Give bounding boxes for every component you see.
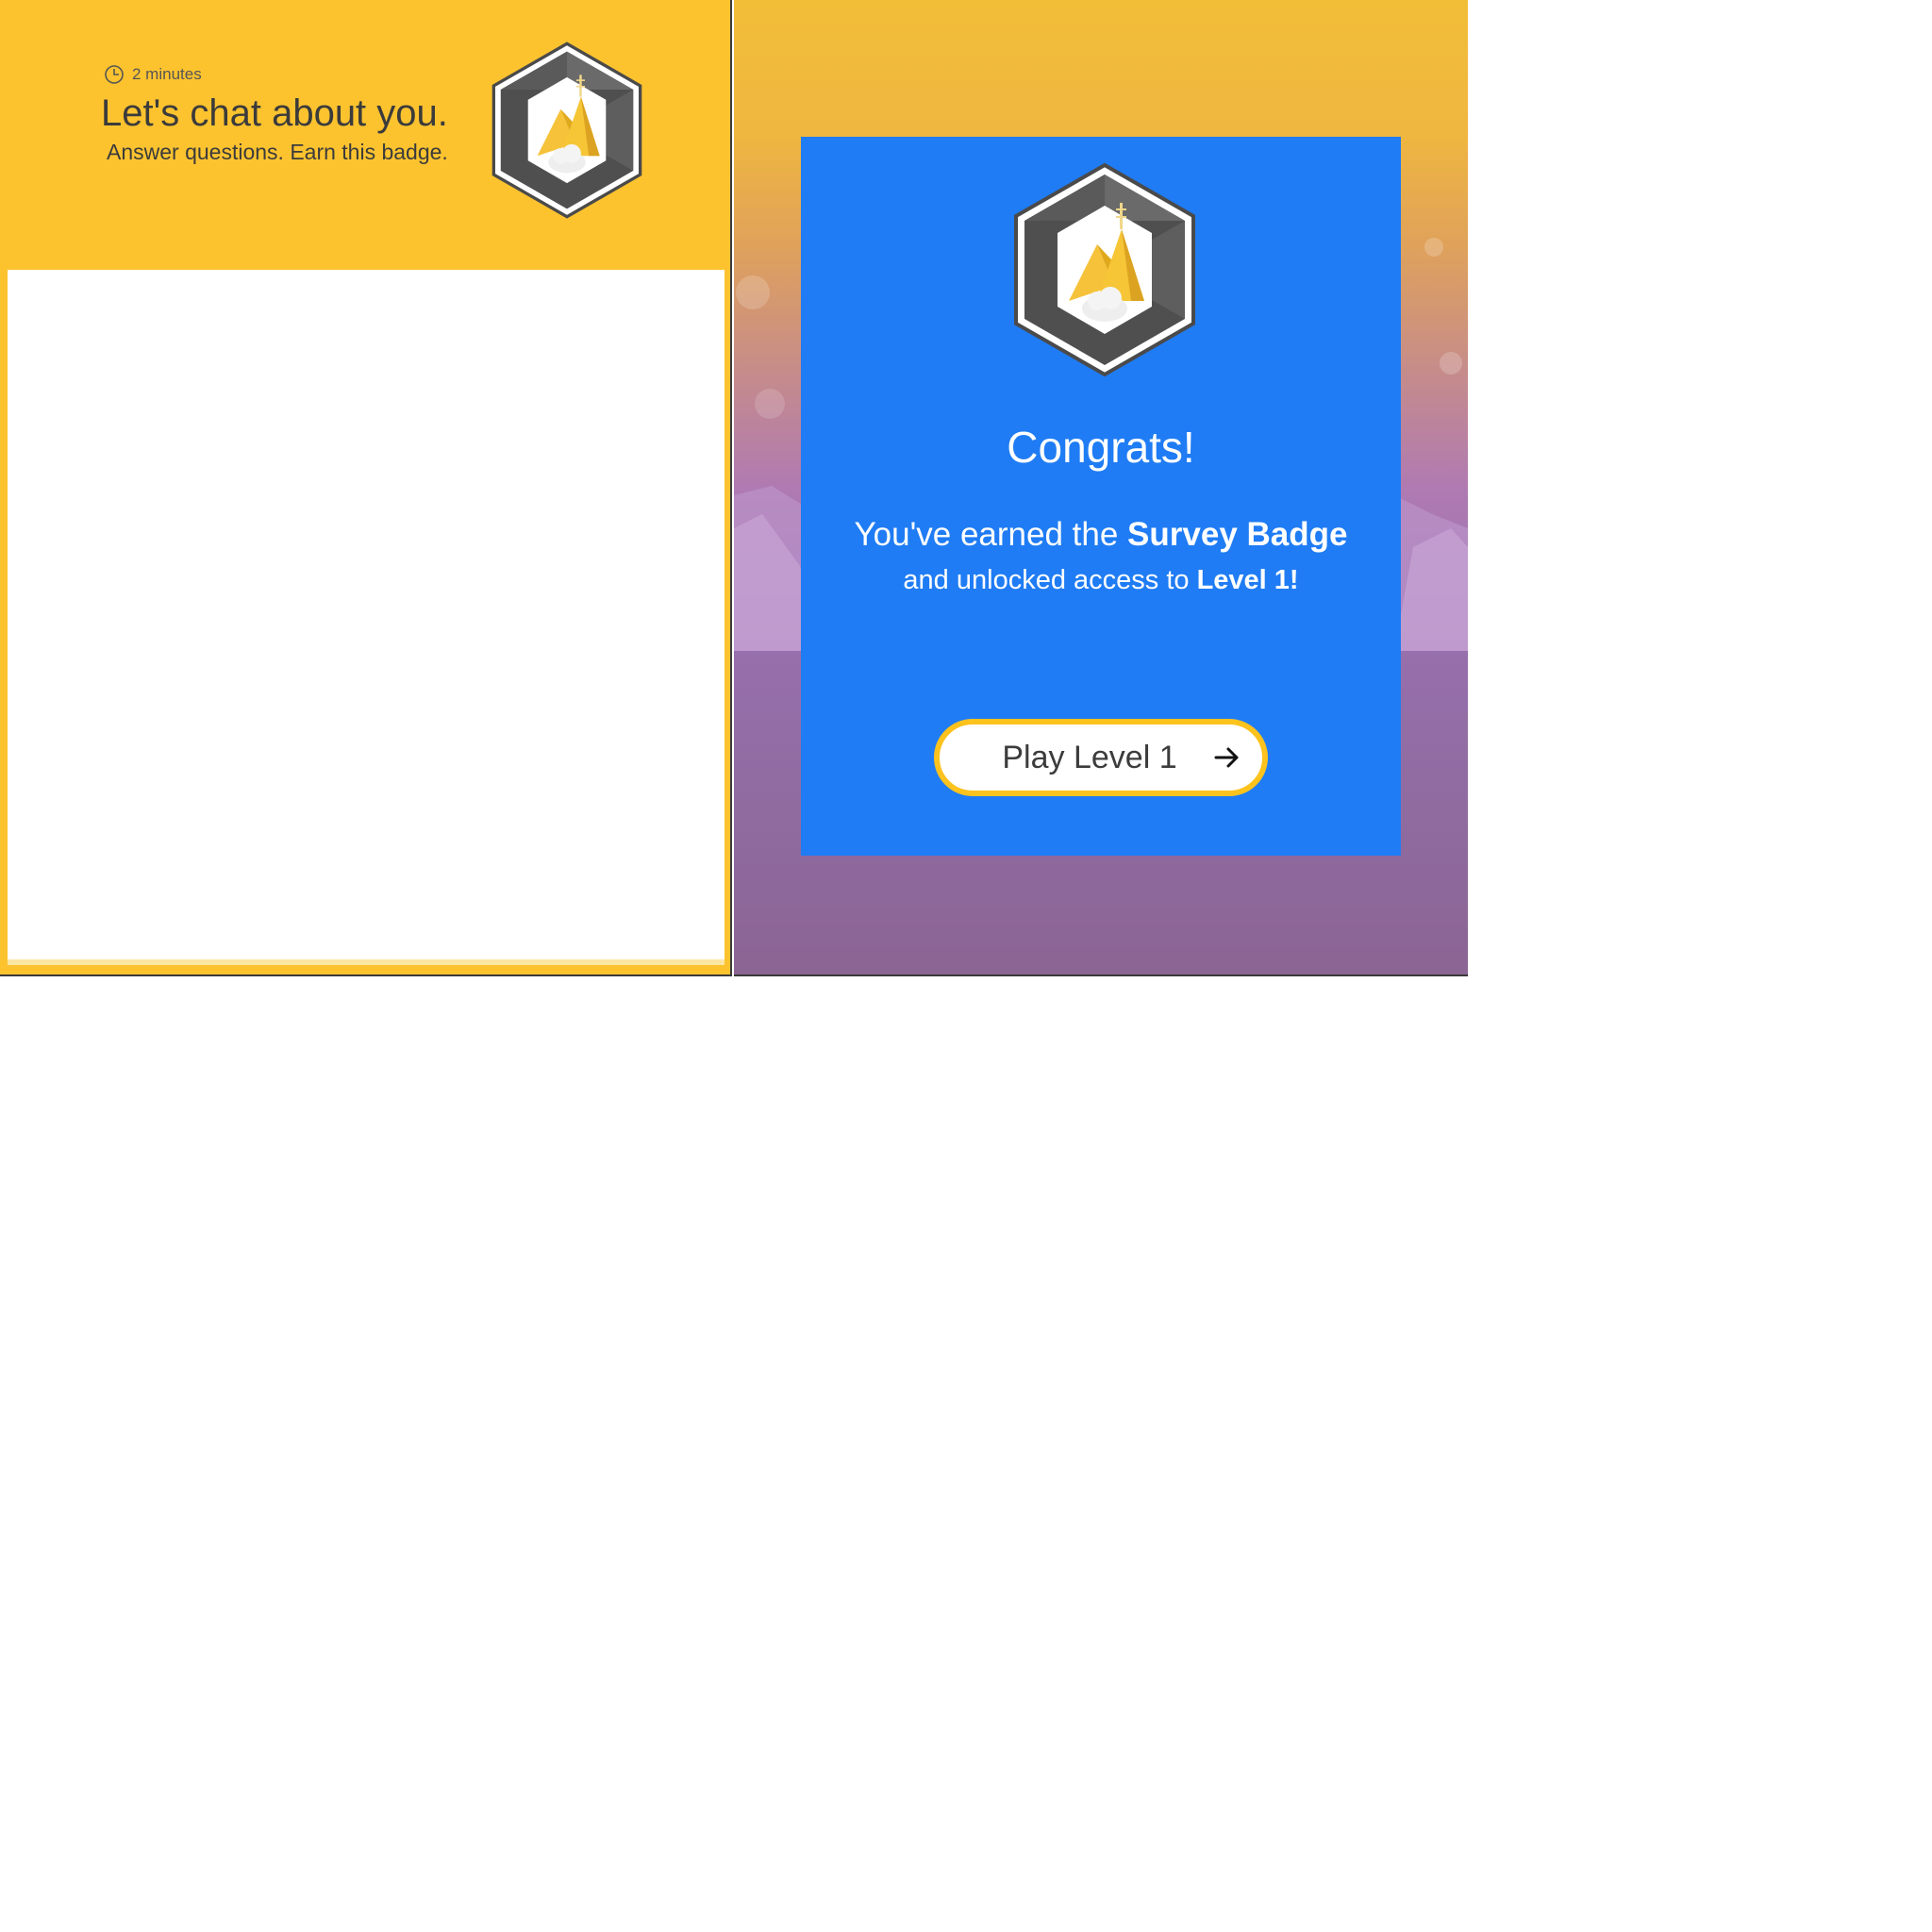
mountain-badge-icon [1010,161,1199,378]
clock-icon [104,64,125,85]
survey-intro-panel: 2 minutes Let's chat about you. Answer q… [0,0,732,976]
earned-message: You've earned the Survey Badge [801,516,1401,554]
survey-subtitle: Answer questions. Earn this badge. [107,140,448,164]
congrats-title: Congrats! [1007,423,1195,472]
congrats-card: Congrats! You've earned the Survey Badge… [801,137,1401,856]
duration-row: 2 minutes [104,64,202,85]
survey-content-area [8,270,724,965]
unlocked-prefix: and unlocked access to [903,565,1197,595]
mountain-badge-icon [489,41,645,220]
play-level-label: Play Level 1 [1002,739,1177,775]
survey-title: Let's chat about you. [101,92,448,134]
arrow-right-icon [1213,746,1241,769]
congrats-screen: Congrats! You've earned the Survey Badge… [734,0,1468,976]
earned-prefix: You've earned the [854,516,1128,553]
badge-name: Survey Badge [1127,516,1348,553]
play-level-button[interactable]: Play Level 1 [934,719,1268,796]
duration-label: 2 minutes [132,65,202,83]
level-name: Level 1! [1196,565,1299,595]
unlocked-message: and unlocked access to Level 1! [801,565,1401,596]
